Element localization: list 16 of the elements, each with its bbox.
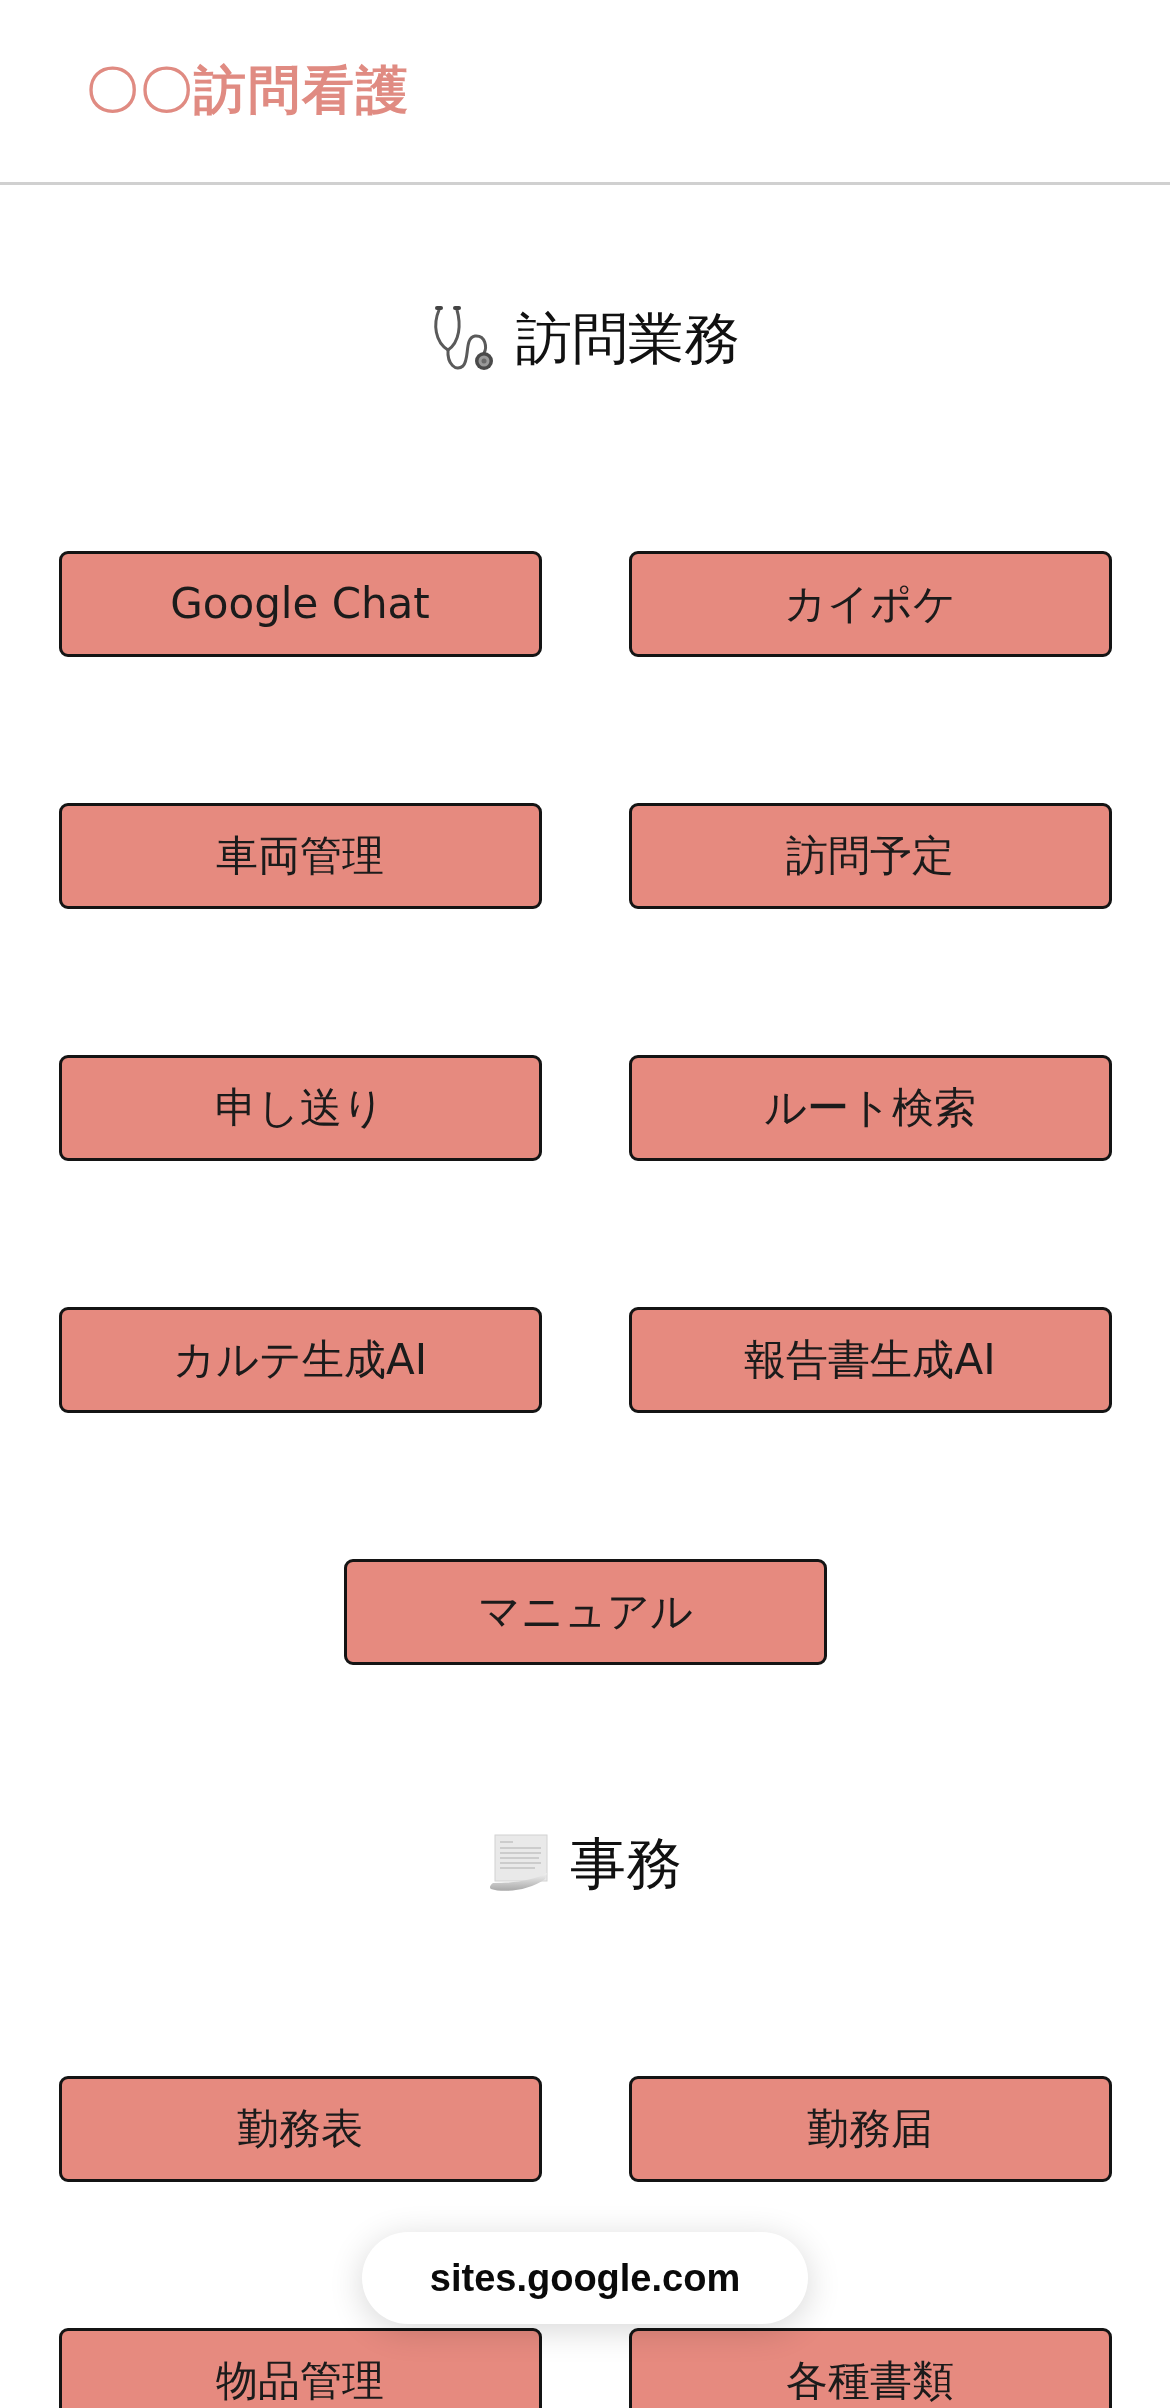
nav-button[interactable]: 申し送り — [58, 1055, 542, 1161]
url-bar[interactable]: sites.google.com — [362, 2232, 808, 2324]
nav-button[interactable]: ルート検索 — [628, 1055, 1112, 1161]
section-heading: 事務 — [569, 1830, 682, 1898]
nav-button[interactable]: 車両管理 — [58, 803, 542, 909]
nav-button[interactable]: 勤務届 — [628, 2076, 1112, 2182]
nav-button[interactable]: Google Chat — [58, 551, 542, 657]
nav-button[interactable]: カルテ生成AI — [58, 1307, 542, 1413]
nav-button[interactable]: 各種書類 — [628, 2328, 1112, 2408]
nav-button[interactable]: カイポケ — [628, 551, 1112, 657]
nav-button[interactable]: マニュアル — [343, 1559, 827, 1665]
section-heading: 訪問業務 — [516, 305, 740, 373]
nav-button[interactable]: 勤務表 — [58, 2076, 542, 2182]
nav-button[interactable]: 物品管理 — [58, 2328, 542, 2408]
nav-button[interactable]: 報告書生成AI — [628, 1307, 1112, 1413]
nav-button[interactable]: 訪問予定 — [628, 803, 1112, 909]
